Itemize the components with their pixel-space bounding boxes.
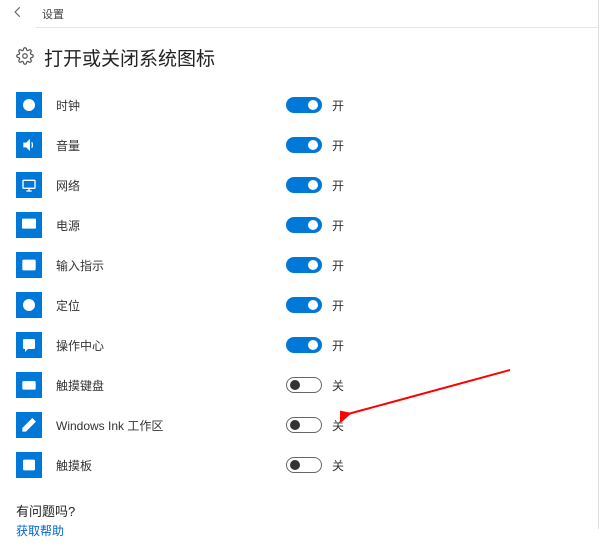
toggle-group: 开 <box>286 297 344 314</box>
setting-row-location: 定位 开 <box>16 285 583 325</box>
settings-list: 时钟开音量开网络开电源开输入指示开定位开操作中心开触摸键盘关Windows In… <box>16 85 583 485</box>
toggle-power[interactable] <box>286 217 322 233</box>
page-title: 打开或关闭系统图标 <box>44 44 215 71</box>
toggle-state-label: 关 <box>332 377 344 394</box>
toggle-state-label: 开 <box>332 297 344 314</box>
toggle-group: 关 <box>286 377 344 394</box>
toggle-group: 关 <box>286 417 344 434</box>
toggle-state-label: 关 <box>332 457 344 474</box>
keyboard-icon <box>16 372 42 398</box>
toggle-group: 开 <box>286 177 344 194</box>
location-icon <box>16 292 42 318</box>
touchpad-icon <box>16 452 42 478</box>
toggle-state-label: 开 <box>332 337 344 354</box>
toggle-group: 开 <box>286 97 344 114</box>
setting-label: 定位 <box>56 297 256 314</box>
setting-row-power: 电源 开 <box>16 205 583 245</box>
volume-icon <box>16 132 42 158</box>
setting-row-actioncenter: 操作中心 开 <box>16 325 583 365</box>
setting-label: 网络 <box>56 177 256 194</box>
toggle-group: 关 <box>286 457 344 474</box>
ime-icon <box>16 252 42 278</box>
setting-row-touchkeyboard: 触摸键盘 关 <box>16 365 583 405</box>
toggle-volume[interactable] <box>286 137 322 153</box>
titlebar-title: 设置 <box>36 6 64 22</box>
toggle-network[interactable] <box>286 177 322 193</box>
back-button[interactable] <box>0 0 36 28</box>
toggle-clock[interactable] <box>286 97 322 113</box>
toggle-state-label: 开 <box>332 217 344 234</box>
setting-label: Windows Ink 工作区 <box>56 417 256 434</box>
setting-row-touchpad: 触摸板 关 <box>16 445 583 485</box>
setting-label: 时钟 <box>56 97 256 114</box>
clock-icon <box>16 92 42 118</box>
arrow-left-icon <box>11 5 25 22</box>
toggle-state-label: 开 <box>332 257 344 274</box>
toggle-touchkeyboard[interactable] <box>286 377 322 393</box>
actioncenter-icon <box>16 332 42 358</box>
toggle-state-label: 开 <box>332 137 344 154</box>
setting-label: 触摸键盘 <box>56 377 256 394</box>
toggle-group: 开 <box>286 337 344 354</box>
toggle-state-label: 开 <box>332 97 344 114</box>
setting-label: 触摸板 <box>56 457 256 474</box>
setting-label: 电源 <box>56 217 256 234</box>
page-header: 打开或关闭系统图标 <box>16 44 583 71</box>
power-icon <box>16 212 42 238</box>
network-icon <box>16 172 42 198</box>
toggle-location[interactable] <box>286 297 322 313</box>
toggle-state-label: 开 <box>332 177 344 194</box>
toggle-group: 开 <box>286 217 344 234</box>
content-area: 打开或关闭系统图标 时钟开音量开网络开电源开输入指示开定位开操作中心开触摸键盘关… <box>0 28 599 549</box>
setting-row-volume: 音量 开 <box>16 125 583 165</box>
pen-icon <box>16 412 42 438</box>
setting-row-windowsink: Windows Ink 工作区 关 <box>16 405 583 445</box>
setting-label: 音量 <box>56 137 256 154</box>
setting-row-clock: 时钟 开 <box>16 85 583 125</box>
toggle-state-label: 关 <box>332 417 344 434</box>
toggle-group: 开 <box>286 137 344 154</box>
titlebar: 设置 <box>0 0 599 28</box>
toggle-group: 开 <box>286 257 344 274</box>
toggle-ime[interactable] <box>286 257 322 273</box>
help-link[interactable]: 获取帮助 <box>16 522 583 539</box>
toggle-touchpad[interactable] <box>286 457 322 473</box>
toggle-actioncenter[interactable] <box>286 337 322 353</box>
help-section: 有问题吗? 获取帮助 <box>16 501 583 539</box>
gear-icon <box>16 47 34 68</box>
help-question: 有问题吗? <box>16 501 583 520</box>
setting-row-network: 网络 开 <box>16 165 583 205</box>
setting-label: 输入指示 <box>56 257 256 274</box>
toggle-windowsink[interactable] <box>286 417 322 433</box>
setting-row-ime: 输入指示 开 <box>16 245 583 285</box>
setting-label: 操作中心 <box>56 337 256 354</box>
